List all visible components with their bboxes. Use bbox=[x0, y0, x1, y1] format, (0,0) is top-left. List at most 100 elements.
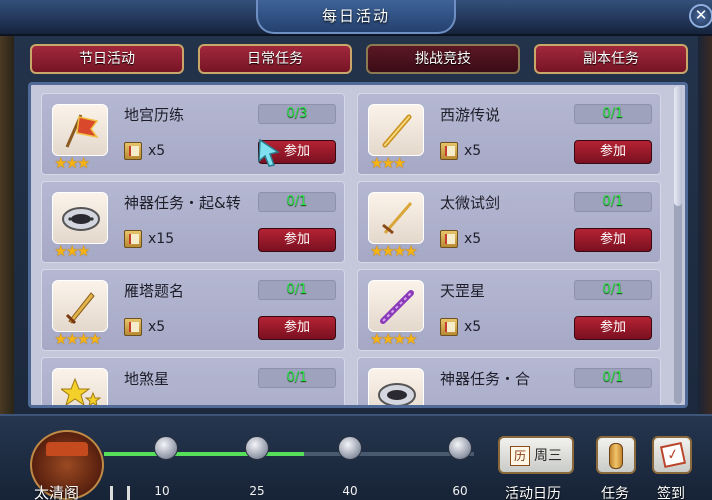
reward-scroll-icon bbox=[124, 318, 142, 336]
activity-icon-frame bbox=[368, 104, 424, 156]
progress-count: 0/1 bbox=[286, 282, 308, 297]
activity-calendar-button[interactable]: 历 周三 bbox=[498, 436, 574, 474]
close-button[interactable]: ✕ bbox=[689, 4, 712, 28]
activity-icon-frame bbox=[368, 280, 424, 332]
scrollbar-thumb[interactable] bbox=[674, 86, 682, 206]
reward-scroll-icon bbox=[440, 318, 458, 336]
reward-scroll-icon bbox=[124, 230, 142, 248]
difficulty-stars: ★★★ bbox=[370, 154, 406, 172]
progress-count: 0/1 bbox=[286, 370, 308, 385]
difficulty-stars: ★★★ bbox=[54, 242, 90, 260]
join-button[interactable]: 参加 bbox=[574, 316, 652, 340]
milestone-label: 40 bbox=[342, 484, 358, 498]
milestone-reward-25[interactable] bbox=[245, 436, 269, 460]
reward-scroll-icon bbox=[124, 142, 142, 160]
reward-quantity: x5 bbox=[148, 319, 166, 335]
right-edge-decoration bbox=[698, 30, 712, 430]
title-bar: 每日活动 bbox=[0, 0, 712, 36]
milestone-label: 25 bbox=[249, 484, 265, 498]
signin-label: 签到 bbox=[657, 486, 685, 500]
activity-card: ★★★★ 雁塔题名 x5 0/1 参加 bbox=[41, 269, 345, 351]
category-tabs: 节日活动 日常任务 挑战竞技 副本任务 bbox=[30, 44, 690, 74]
pavilion-label: 太清阁 bbox=[34, 484, 80, 500]
reward-quantity: x5 bbox=[148, 143, 166, 159]
list-scrollbar[interactable] bbox=[674, 86, 682, 404]
progress-count: 0/1 bbox=[602, 106, 624, 121]
progress-box: 0/1 bbox=[258, 368, 336, 388]
close-icon: ✕ bbox=[694, 6, 708, 24]
banner-flag-icon bbox=[65, 114, 99, 148]
activity-name: 西游传说 bbox=[440, 106, 501, 124]
golden-blade-icon bbox=[65, 292, 95, 325]
activity-card: ★★★ 地宫历练 x5 0/3 参加 bbox=[41, 93, 345, 175]
reward-quantity: x5 bbox=[464, 319, 482, 335]
activity-icon-frame bbox=[368, 192, 424, 244]
tab-festival-activities[interactable]: 节日活动 bbox=[30, 44, 184, 74]
join-button[interactable]: 参加 bbox=[258, 228, 336, 252]
signin-stamp-icon: ✓ bbox=[659, 441, 687, 469]
tasks-button[interactable] bbox=[596, 436, 636, 474]
reward-quantity: x5 bbox=[464, 231, 482, 247]
activity-icon-frame bbox=[52, 368, 108, 405]
calendar-weekday: 周三 bbox=[534, 448, 562, 464]
activity-name: 太微试剑 bbox=[440, 194, 501, 212]
activity-name: 地宫历练 bbox=[124, 106, 185, 124]
difficulty-stars: ★★★★ bbox=[370, 242, 418, 260]
calendar-icon: 历 bbox=[510, 446, 530, 466]
scroll-icon bbox=[609, 443, 623, 469]
purple-staff-icon bbox=[380, 290, 414, 324]
activity-name: 神器任务・合 bbox=[440, 370, 531, 388]
activity-card: ★★ 地煞星 0/1 bbox=[41, 357, 345, 405]
reward-scroll-icon bbox=[440, 230, 458, 248]
milestone-label: 60 bbox=[452, 484, 468, 498]
progress-count: 0/1 bbox=[602, 370, 624, 385]
tab-challenge-arena[interactable]: 挑战竞技 bbox=[366, 44, 520, 74]
daily-activities-window: { "window": { "title": "每日活动", "close_gl… bbox=[0, 0, 712, 500]
progress-box: 0/1 bbox=[258, 192, 336, 212]
activity-card: 神器任务・合 0/1 bbox=[357, 357, 661, 405]
artifact-disc-icon bbox=[378, 383, 416, 405]
milestone-reward-60[interactable] bbox=[448, 436, 472, 460]
golden-flute-icon bbox=[382, 114, 412, 148]
activity-icon-frame bbox=[52, 280, 108, 332]
milestone-reward-40[interactable] bbox=[338, 436, 362, 460]
tab-daily-tasks[interactable]: 日常任务 bbox=[198, 44, 352, 74]
reward-quantity: x5 bbox=[464, 143, 482, 159]
golden-sword-icon bbox=[382, 202, 413, 235]
reward-quantity: x15 bbox=[148, 231, 175, 247]
activity-icon-frame bbox=[368, 368, 424, 405]
tasks-label: 任务 bbox=[601, 486, 629, 500]
progress-count: 0/1 bbox=[602, 282, 624, 297]
tab-dungeon-tasks[interactable]: 副本任务 bbox=[534, 44, 688, 74]
progress-count: 0/3 bbox=[286, 106, 308, 121]
join-button[interactable]: 参加 bbox=[258, 316, 336, 340]
progress-count: 0/1 bbox=[286, 194, 308, 209]
milestone-reward-10[interactable] bbox=[154, 436, 178, 460]
activity-card: ★★★★ 太微试剑 x5 0/1 参加 bbox=[357, 181, 661, 263]
activity-card: ★★★★ 天罡星 x5 0/1 参加 bbox=[357, 269, 661, 351]
activity-name: 地煞星 bbox=[124, 370, 170, 388]
milestone-label: 10 bbox=[154, 484, 170, 498]
join-button[interactable]: 参加 bbox=[574, 228, 652, 252]
progress-count: 0/1 bbox=[602, 194, 624, 209]
join-button[interactable]: 参加 bbox=[574, 140, 652, 164]
activity-name: 雁塔题名 bbox=[124, 282, 185, 300]
difficulty-stars: ★★★★ bbox=[54, 330, 102, 348]
artifact-disc-icon bbox=[62, 207, 100, 231]
activity-list[interactable]: ★★★ 地宫历练 x5 0/3 参加 ★★★ 西游传说 x5 0/1 参加 ★★… bbox=[28, 82, 688, 408]
progress-box: 0/1 bbox=[574, 104, 652, 124]
reward-scroll-icon bbox=[440, 142, 458, 160]
window-title: 每日活动 bbox=[321, 7, 390, 25]
activity-icon-frame bbox=[52, 192, 108, 244]
left-edge-decoration bbox=[0, 30, 14, 430]
progress-box: 0/1 bbox=[574, 280, 652, 300]
progress-box: 0/1 bbox=[574, 192, 652, 212]
difficulty-stars: ★★★★ bbox=[370, 330, 418, 348]
activity-name: 天罡星 bbox=[440, 282, 486, 300]
star-icon bbox=[61, 377, 101, 405]
title-plate: 每日活动 bbox=[256, 0, 456, 34]
progress-box: 0/3 bbox=[258, 104, 336, 124]
progress-box: 0/1 bbox=[258, 280, 336, 300]
signin-button[interactable]: ✓ bbox=[652, 436, 692, 474]
activity-name: 神器任务・起&转 bbox=[124, 194, 241, 212]
